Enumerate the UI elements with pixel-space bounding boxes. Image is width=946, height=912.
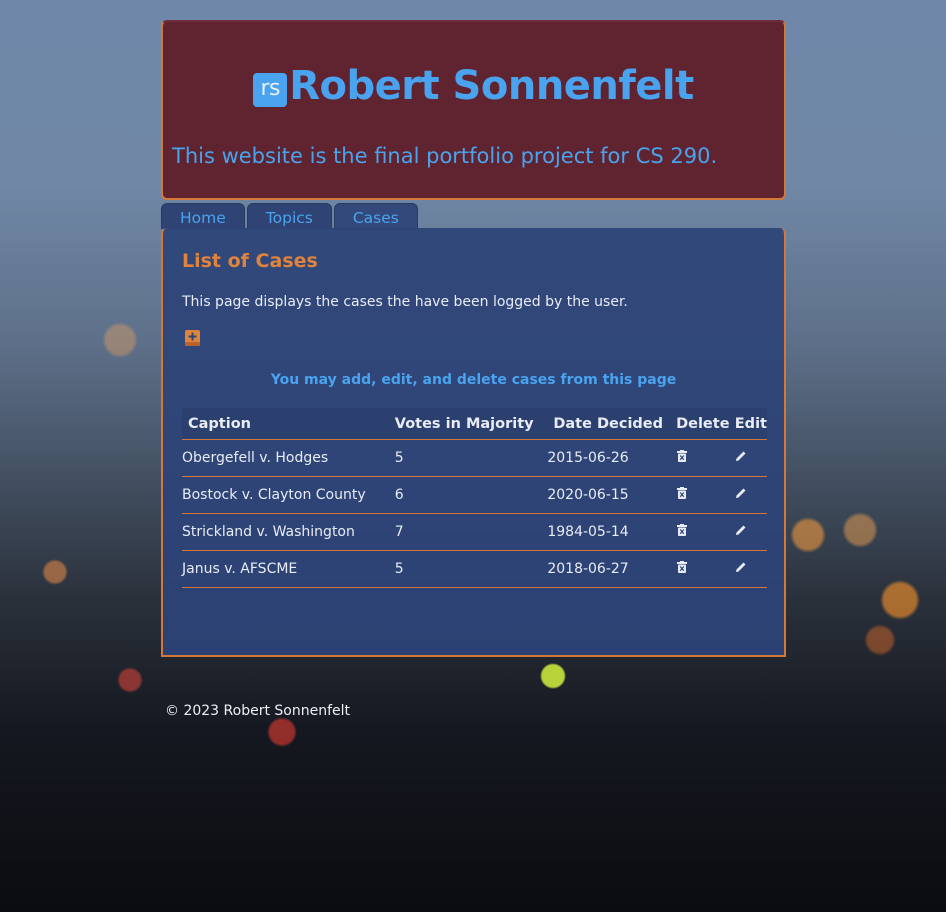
- case-votes: 7: [394, 513, 548, 551]
- column-header-edit: Edit: [734, 408, 767, 440]
- table-row: Bostock v. Clayton County 6 2020-06-15: [182, 476, 767, 514]
- tab-cases[interactable]: Cases: [333, 203, 418, 229]
- cases-table: Caption Votes in Majority Date Decided D…: [182, 408, 767, 588]
- tab-home[interactable]: Home: [161, 203, 245, 229]
- main-nav: Home Topics Cases: [161, 203, 418, 229]
- site-header: rs Robert Sonnenfelt This website is the …: [161, 20, 786, 200]
- trash-icon[interactable]: [677, 561, 688, 577]
- site-logo: rs: [253, 73, 288, 107]
- add-case-icon[interactable]: [184, 329, 201, 347]
- case-date: 1984-05-14: [547, 513, 677, 551]
- delete-cell: [676, 439, 735, 477]
- trash-icon[interactable]: [677, 487, 688, 503]
- page-container: rs Robert Sonnenfelt This website is the …: [161, 20, 786, 657]
- table-row: Obergefell v. Hodges 5 2015-06-26: [182, 439, 767, 477]
- case-caption: Strickland v. Washington: [182, 513, 395, 551]
- case-caption: Obergefell v. Hodges: [182, 439, 395, 477]
- main-panel: List of Cases This page displays the cas…: [161, 228, 786, 657]
- case-votes: 5: [394, 439, 548, 477]
- case-caption: Janus v. AFSCME: [182, 550, 395, 588]
- edit-cell: [734, 550, 767, 588]
- case-date: 2018-06-27: [547, 550, 677, 588]
- column-header-votes: Votes in Majority: [394, 408, 548, 440]
- delete-cell: [676, 513, 735, 551]
- delete-cell: [676, 550, 735, 588]
- edit-notice: You may add, edit, and delete cases from…: [270, 372, 677, 388]
- pencil-icon[interactable]: [735, 487, 747, 503]
- case-date: 2015-06-26: [547, 439, 677, 477]
- table-header-row: Caption Votes in Majority Date Decided D…: [182, 408, 767, 440]
- delete-cell: [676, 476, 735, 514]
- page-heading: List of Cases: [182, 250, 318, 272]
- table-row: Janus v. AFSCME 5 2018-06-27: [182, 550, 767, 588]
- tab-topics[interactable]: Topics: [246, 203, 332, 229]
- edit-cell: [734, 513, 767, 551]
- case-votes: 5: [394, 550, 548, 588]
- case-votes: 6: [394, 476, 548, 514]
- table-row: Strickland v. Washington 7 1984-05-14: [182, 513, 767, 551]
- case-date: 2020-06-15: [547, 476, 677, 514]
- site-tagline: This website is the final portfolio proj…: [172, 144, 718, 168]
- column-header-caption: Caption: [182, 408, 395, 440]
- trash-icon[interactable]: [677, 524, 688, 540]
- case-caption: Bostock v. Clayton County: [182, 476, 395, 514]
- pencil-icon[interactable]: [735, 561, 747, 577]
- pencil-icon[interactable]: [735, 450, 747, 466]
- edit-cell: [734, 476, 767, 514]
- column-header-delete: Delete: [676, 408, 735, 440]
- site-footer: © 2023 Robert Sonnenfelt: [165, 703, 350, 719]
- edit-cell: [734, 439, 767, 477]
- site-title-text: Robert Sonnenfelt: [289, 63, 694, 109]
- add-case-icon-svg: [185, 330, 200, 346]
- pencil-icon[interactable]: [735, 524, 747, 540]
- site-title: rs Robert Sonnenfelt: [163, 62, 784, 110]
- column-header-date: Date Decided: [547, 408, 677, 440]
- trash-icon[interactable]: [677, 450, 688, 466]
- page-intro: This page displays the cases the have be…: [182, 294, 628, 310]
